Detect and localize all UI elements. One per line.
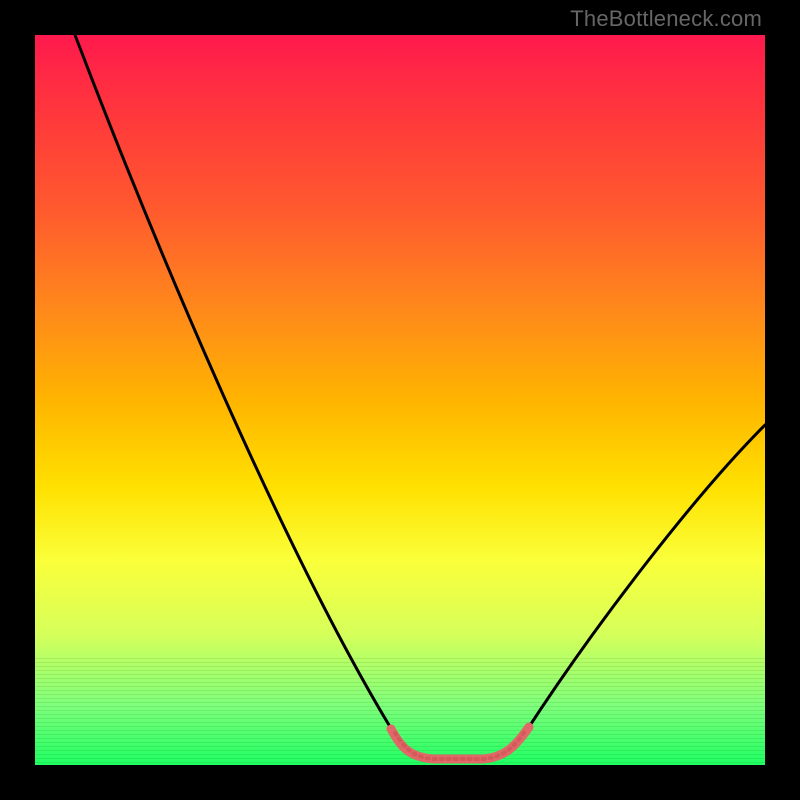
- curve-path: [75, 35, 765, 761]
- bottleneck-curve: [35, 35, 765, 765]
- curve-highlight: [391, 727, 529, 759]
- outer-frame: TheBottleneck.com: [0, 0, 800, 800]
- attribution-text: TheBottleneck.com: [570, 6, 762, 32]
- gradient-plot-area: [35, 35, 765, 765]
